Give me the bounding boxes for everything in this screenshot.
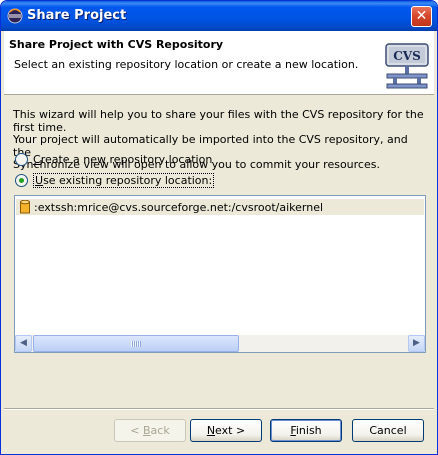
- grip-icon: [131, 341, 141, 347]
- scroll-right-button[interactable]: ▶: [408, 335, 425, 352]
- eclipse-icon: [7, 8, 23, 24]
- close-button[interactable]: ✕: [411, 6, 432, 27]
- finish-button[interactable]: Finish: [270, 419, 342, 442]
- create-new-location-radio[interactable]: [15, 152, 28, 166]
- banner-title: Share Project with CVS Repository: [9, 38, 224, 51]
- use-existing-location-label: Use existing repository location:: [33, 172, 215, 188]
- cvs-label: CVS: [393, 49, 421, 63]
- description-line: This wizard will help you to share your …: [13, 108, 424, 134]
- create-new-location-label: Create a new repository location: [33, 152, 213, 166]
- database-icon: [20, 200, 30, 214]
- repository-list[interactable]: :extssh:mrice@cvs.sourceforge.net:/cvsro…: [14, 195, 426, 353]
- scroll-left-button[interactable]: ◀: [15, 335, 32, 352]
- use-existing-location-radio[interactable]: [15, 173, 28, 187]
- use-existing-location-option[interactable]: Use existing repository location:: [15, 172, 215, 188]
- cancel-button[interactable]: Cancel: [352, 419, 424, 442]
- wizard-banner: Share Project with CVS Repository Select…: [4, 31, 434, 95]
- window-title: Share Project: [27, 8, 127, 23]
- list-item[interactable]: :extssh:mrice@cvs.sourceforge.net:/cvsro…: [16, 199, 424, 215]
- separator: [4, 408, 434, 410]
- title-bar[interactable]: Share Project ✕: [1, 1, 437, 31]
- back-button[interactable]: < Back: [114, 419, 186, 442]
- cvs-repository-icon: CVS: [385, 43, 429, 89]
- next-button[interactable]: Next >: [190, 419, 262, 442]
- close-icon: ✕: [415, 8, 428, 24]
- banner-description: Select an existing repository location o…: [14, 58, 359, 71]
- scroll-thumb[interactable]: [33, 335, 239, 352]
- share-project-dialog: Share Project ✕ Share Project with CVS R…: [0, 0, 438, 455]
- horizontal-scrollbar[interactable]: ◀ ▶: [15, 335, 425, 352]
- create-new-location-option[interactable]: Create a new repository location: [15, 151, 212, 167]
- repository-location: :extssh:mrice@cvs.sourceforge.net:/cvsro…: [34, 200, 324, 214]
